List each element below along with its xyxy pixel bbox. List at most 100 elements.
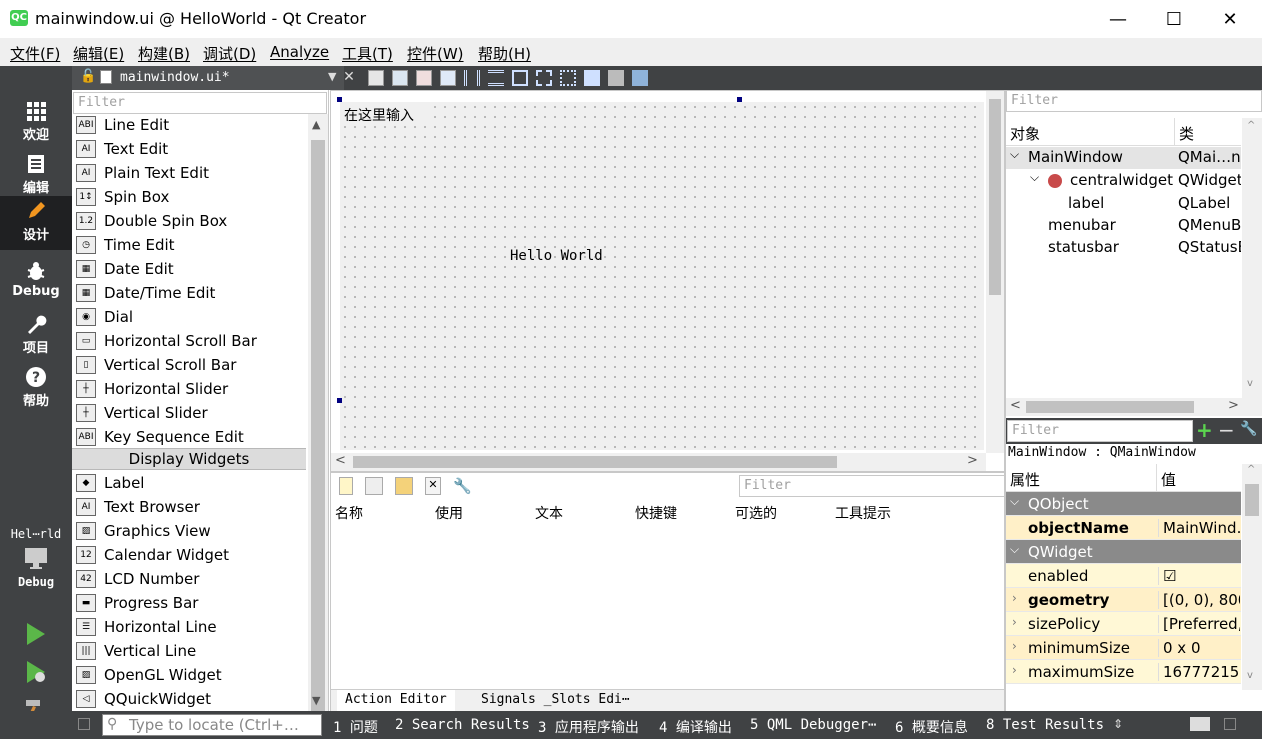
- copy-action-icon[interactable]: [365, 477, 383, 495]
- expand-chevron-icon[interactable]: ⌵: [1010, 147, 1019, 162]
- canvas-vscroll[interactable]: [986, 91, 1004, 453]
- column-header[interactable]: 对象: [1010, 123, 1040, 144]
- break-layout-icon[interactable]: [608, 70, 624, 86]
- maximize-button[interactable]: ☐: [1146, 0, 1202, 38]
- form-menu-placeholder[interactable]: 在这里输入: [340, 102, 432, 124]
- edit-signals-icon[interactable]: [392, 70, 408, 86]
- property-enabled[interactable]: enabled ☑: [1006, 564, 1241, 588]
- canvas-vscroll-thumb[interactable]: [989, 99, 1001, 295]
- layout-horizontal-icon[interactable]: [464, 70, 480, 86]
- tree-row-mainwindow[interactable]: ⌵ MainWindow QMai…nd: [1006, 147, 1241, 169]
- chevron-right-icon[interactable]: ›: [1012, 615, 1017, 629]
- object-hscroll-thumb[interactable]: [1026, 401, 1194, 413]
- column-header[interactable]: 属性: [1010, 469, 1040, 490]
- widget-item-date-edit[interactable]: ▦ Date Edit: [72, 257, 306, 281]
- tree-row-label[interactable]: label QLabel: [1006, 193, 1241, 215]
- widget-item-progress-bar[interactable]: ▬ Progress Bar: [72, 591, 306, 615]
- canvas-hscroll[interactable]: < >: [331, 453, 986, 471]
- edit-widgets-icon[interactable]: [368, 70, 384, 86]
- property-vscroll[interactable]: ^ v: [1242, 464, 1262, 690]
- menu-analyze[interactable]: Analyze: [270, 43, 329, 61]
- widget-item-date-time-edit[interactable]: ▦ Date/Time Edit: [72, 281, 306, 305]
- menu-help[interactable]: 帮助(H): [478, 43, 531, 64]
- toggle-sidebar-icon[interactable]: [78, 718, 90, 730]
- widget-item-qquickwidget[interactable]: ◁ QQuickWidget: [72, 687, 306, 711]
- widget-item-calendar-widget[interactable]: 12 Calendar Widget: [72, 543, 306, 567]
- mode-projects[interactable]: 项目: [0, 309, 72, 361]
- toggle-right-sidebar-icon[interactable]: [1224, 718, 1236, 730]
- splitter-vertical-icon[interactable]: [536, 70, 552, 86]
- splitter-horizontal-icon[interactable]: [512, 70, 528, 86]
- expand-chevron-icon[interactable]: ⌵: [1010, 494, 1019, 509]
- widget-item-horizontal-slider[interactable]: ┼ Horizontal Slider: [72, 377, 306, 401]
- chevron-right-icon[interactable]: ›: [1012, 663, 1017, 677]
- mode-design[interactable]: 设计: [0, 196, 72, 250]
- scroll-right-icon[interactable]: >: [1228, 398, 1239, 413]
- property-maximumsize[interactable]: › maximumSize 16777215 …: [1006, 660, 1241, 684]
- property-filter-input[interactable]: Filter: [1007, 420, 1193, 442]
- pane-issues[interactable]: 1 问题: [333, 717, 378, 737]
- scroll-left-icon[interactable]: <: [335, 453, 346, 468]
- widget-item-lcd-number[interactable]: 42 LCD Number: [72, 567, 306, 591]
- widget-item-text-edit[interactable]: AI Text Edit: [72, 137, 306, 161]
- pane-general-messages[interactable]: 6 概要信息: [895, 717, 968, 737]
- selection-handle[interactable]: [737, 97, 742, 102]
- pane-more-icon[interactable]: ⇕: [1113, 717, 1123, 731]
- object-vscroll[interactable]: ^ v: [1242, 118, 1262, 398]
- property-group-qobject[interactable]: ⌵ QObject: [1006, 492, 1241, 516]
- scroll-thumb[interactable]: [311, 140, 325, 714]
- locator-input[interactable]: ⚲ Type to locate (Ctrl+…: [102, 714, 322, 736]
- column-header[interactable]: 文本: [535, 503, 563, 523]
- run-button[interactable]: [23, 621, 49, 651]
- widget-item-text-browser[interactable]: AI Text Browser: [72, 495, 306, 519]
- widget-item-dial[interactable]: ◉ Dial: [72, 305, 306, 329]
- property-geometry[interactable]: › geometry [(0, 0), 800 …: [1006, 588, 1241, 612]
- checkbox-checked-icon[interactable]: ☑: [1158, 567, 1240, 585]
- output-toggle-icon[interactable]: [1190, 717, 1210, 731]
- column-header[interactable]: 类: [1174, 118, 1198, 146]
- scroll-down-icon[interactable]: v: [1247, 670, 1253, 681]
- widget-filter-input[interactable]: Filter: [73, 92, 327, 114]
- layout-grid-icon[interactable]: [584, 70, 600, 86]
- scroll-down-icon[interactable]: v: [1247, 378, 1253, 389]
- expand-chevron-icon[interactable]: ⌵: [1010, 542, 1019, 557]
- widget-item-horizontal-line[interactable]: ☰ Horizontal Line: [72, 615, 306, 639]
- document-tab[interactable]: 🔓 mainwindow.ui* ▼: [72, 66, 344, 90]
- mode-welcome[interactable]: 欢迎: [0, 96, 72, 148]
- paste-action-icon[interactable]: [395, 477, 413, 495]
- menu-build[interactable]: 构建(B): [138, 43, 190, 64]
- property-objectname[interactable]: objectName MainWind…: [1006, 516, 1241, 540]
- pane-compile-output[interactable]: 4 编译输出: [659, 717, 732, 737]
- scroll-left-icon[interactable]: <: [1010, 398, 1021, 413]
- scroll-up-icon[interactable]: ^: [1247, 464, 1255, 475]
- debug-run-button[interactable]: [23, 659, 49, 689]
- layout-form-icon[interactable]: [560, 70, 576, 86]
- widget-item-label[interactable]: ◆ Label: [72, 471, 306, 495]
- layout-vertical-icon[interactable]: [488, 70, 504, 86]
- column-header[interactable]: 名称: [335, 503, 363, 523]
- widget-item-vertical-slider[interactable]: ┼ Vertical Slider: [72, 401, 306, 425]
- tab-action-editor[interactable]: Action Editor: [337, 690, 455, 712]
- column-header[interactable]: 使用: [435, 503, 463, 523]
- delete-action-icon[interactable]: ✕: [425, 477, 441, 495]
- widget-item-double-spin-box[interactable]: 1.2 Double Spin Box: [72, 209, 306, 233]
- chevron-right-icon[interactable]: ›: [1012, 591, 1017, 605]
- widget-item-graphics-view[interactable]: ▨ Graphics View: [72, 519, 306, 543]
- widget-item-line-edit[interactable]: ABI Line Edit: [72, 113, 306, 137]
- object-hscroll[interactable]: < >: [1006, 398, 1262, 416]
- hello-label[interactable]: Hello World: [510, 248, 603, 264]
- scroll-down-icon[interactable]: ▼: [312, 694, 320, 707]
- remove-property-icon[interactable]: −: [1218, 418, 1235, 442]
- mode-edit[interactable]: 编辑: [0, 149, 72, 201]
- pane-application-output[interactable]: 3 应用程序输出: [538, 717, 639, 737]
- chevron-down-icon[interactable]: ▼: [328, 70, 336, 83]
- main-window-form[interactable]: [340, 102, 984, 450]
- widget-item-vertical-line[interactable]: ||| Vertical Line: [72, 639, 306, 663]
- property-minimumsize[interactable]: › minimumSize 0 x 0: [1006, 636, 1241, 660]
- selection-handle[interactable]: [337, 97, 342, 102]
- widget-item-key-sequence-edit[interactable]: ABI Key Sequence Edit: [72, 425, 306, 449]
- close-button[interactable]: ✕: [1202, 0, 1258, 38]
- pane-test-results[interactable]: 8 Test Results: [986, 717, 1104, 733]
- widget-item-horizontal-scroll-bar[interactable]: ▭ Horizontal Scroll Bar: [72, 329, 306, 353]
- expand-chevron-icon[interactable]: ⌵: [1030, 170, 1039, 185]
